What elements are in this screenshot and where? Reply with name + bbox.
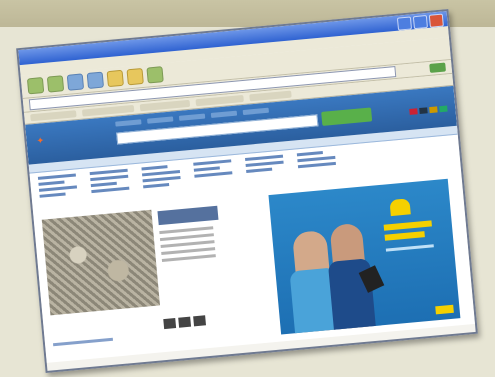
flag-icon[interactable]: [429, 106, 438, 114]
favorites-icon[interactable]: [146, 66, 164, 84]
minimize-icon[interactable]: [396, 16, 413, 31]
thumbnail[interactable]: [178, 316, 192, 328]
directory-link[interactable]: [194, 171, 233, 178]
directory-link[interactable]: [246, 167, 273, 173]
home-icon[interactable]: [106, 69, 124, 88]
close-icon[interactable]: [428, 13, 444, 28]
directory-link[interactable]: [38, 185, 78, 192]
maximize-icon[interactable]: [412, 14, 428, 30]
ad-logo: [435, 304, 454, 315]
flag-icon[interactable]: [439, 105, 448, 113]
search-button[interactable]: [321, 107, 373, 126]
thumbnail[interactable]: [163, 318, 177, 330]
directory-link[interactable]: [193, 159, 232, 166]
thumbnail[interactable]: [193, 315, 207, 327]
directory-link[interactable]: [90, 174, 129, 182]
header-tab[interactable]: [210, 110, 238, 118]
directory-link[interactable]: [38, 180, 65, 186]
directory-link[interactable]: [297, 161, 336, 169]
link-chip[interactable]: [30, 110, 77, 122]
site-logo[interactable]: ✦: [36, 135, 45, 147]
ad-person: [289, 230, 341, 334]
news-photo[interactable]: [41, 209, 161, 316]
directory-link[interactable]: [37, 173, 76, 180]
advertisement-banner[interactable]: [268, 178, 461, 335]
directory-column: [193, 159, 235, 204]
browser-screenshot: ✦: [16, 9, 478, 373]
search-icon[interactable]: [126, 67, 144, 86]
directory-link[interactable]: [39, 192, 66, 198]
ad-text: [383, 220, 432, 231]
stop-icon[interactable]: [66, 73, 85, 91]
go-button[interactable]: [429, 62, 446, 73]
flag-row: [409, 105, 448, 115]
refresh-icon[interactable]: [86, 71, 105, 89]
ad-text: [385, 244, 434, 252]
ad-text: [384, 231, 425, 241]
directory-link[interactable]: [193, 166, 220, 172]
logo-star-icon: ✦: [36, 136, 46, 147]
forward-icon[interactable]: [46, 75, 65, 93]
directory-link[interactable]: [90, 181, 117, 188]
news-text: [159, 226, 216, 262]
directory-link[interactable]: [296, 150, 323, 157]
directory-column: [141, 164, 183, 209]
heart-icon: [389, 198, 411, 217]
news-text-line: [161, 254, 216, 262]
thumbnail-row: [163, 315, 207, 330]
directory-link[interactable]: [91, 186, 130, 194]
directory-link[interactable]: [143, 183, 170, 189]
page-viewport: ✦: [25, 85, 475, 363]
flag-icon[interactable]: [419, 107, 428, 115]
header-tab[interactable]: [115, 119, 142, 127]
link-chip[interactable]: [249, 90, 292, 102]
directory-link[interactable]: [142, 175, 181, 183]
flag-icon[interactable]: [409, 108, 418, 115]
directory-link[interactable]: [245, 160, 284, 168]
back-icon[interactable]: [26, 77, 45, 95]
directory-column: [37, 173, 80, 218]
header-tab[interactable]: [178, 113, 206, 121]
header-tab[interactable]: [242, 107, 269, 116]
header-tab[interactable]: [147, 116, 174, 124]
directory-link[interactable]: [141, 165, 168, 171]
directory-column: [89, 168, 132, 214]
footer-link[interactable]: [52, 337, 114, 347]
